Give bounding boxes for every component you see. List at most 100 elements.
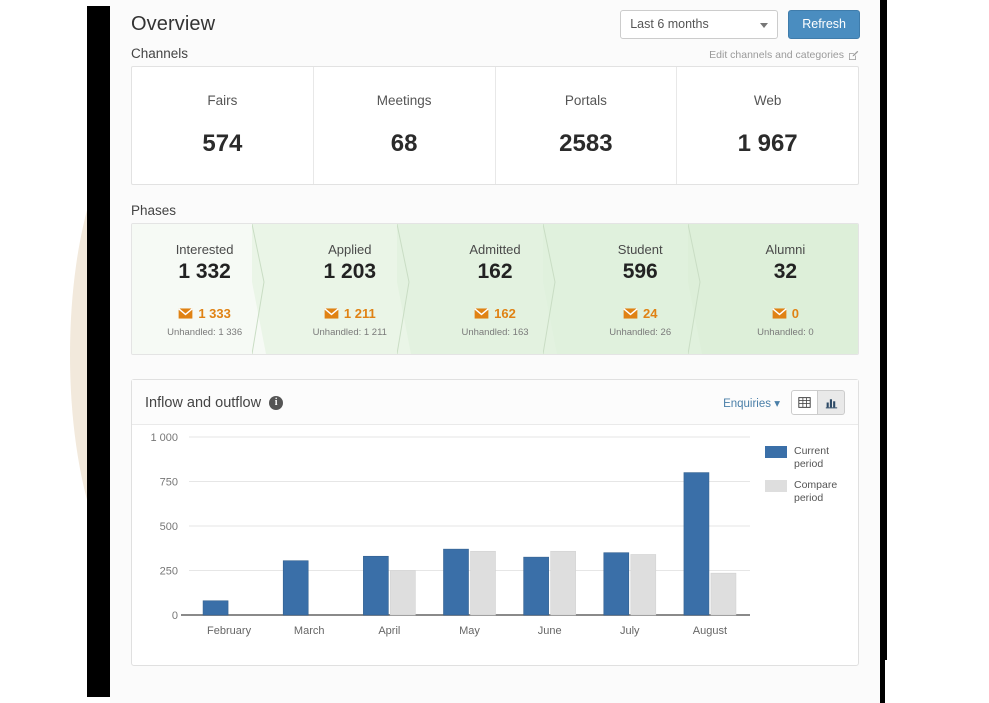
phase-card[interactable]: Interested 1 332 1 333 Unhandled: 1 336 bbox=[132, 224, 279, 354]
edit-channels-link[interactable]: Edit channels and categories bbox=[709, 49, 859, 61]
channel-name: Fairs bbox=[207, 93, 238, 108]
envelope-icon bbox=[771, 308, 787, 319]
legend-item[interactable]: Current period bbox=[765, 445, 848, 471]
envelope-icon bbox=[324, 308, 339, 319]
chart-legend: Current period Compare period bbox=[765, 445, 848, 505]
phase-separator bbox=[542, 224, 569, 354]
phase-separator bbox=[251, 224, 279, 354]
phase-unhandled-text: Unhandled: 26 bbox=[609, 327, 672, 338]
phase-separator bbox=[687, 224, 714, 354]
chart-card-header: Inflow and outflow i Enquiries ▾ bbox=[132, 380, 858, 425]
legend-item[interactable]: Compare period bbox=[765, 479, 848, 505]
phase-unhandled-text: Unhandled: 163 bbox=[461, 327, 529, 338]
phase-name: Interested bbox=[175, 242, 234, 257]
phase-unhandled-text: Unhandled: 1 336 bbox=[167, 327, 243, 338]
inflow-outflow-plot: 0 250 500 750 1 000 February March April May June… bbox=[132, 425, 858, 665]
phase-mail-count: 0 bbox=[791, 306, 800, 321]
period-select-value: Last 6 months bbox=[630, 17, 709, 31]
phase-card[interactable]: Admitted 162 162 Unhandled: 163 bbox=[422, 224, 569, 354]
channel-value: 2583 bbox=[559, 130, 613, 157]
phase-value: 1 203 bbox=[323, 260, 377, 283]
chevron-down-icon bbox=[760, 22, 769, 28]
envelope-icon bbox=[178, 308, 194, 319]
phase-unhandled-mail: 24 bbox=[623, 306, 657, 321]
channel-card[interactable]: Meetings 68 bbox=[314, 67, 496, 184]
chart-bar bbox=[282, 560, 309, 616]
phase-unhandled-mail: 162 bbox=[474, 306, 516, 321]
dashboard-panel: Overview Last 6 months Refresh Channels … bbox=[110, 0, 880, 703]
y-axis-tick-label: 250 bbox=[160, 566, 178, 578]
phases-funnel: Interested 1 332 1 333 Unhandled: 1 336 Appl… bbox=[131, 223, 859, 355]
phase-mail-count: 1 333 bbox=[198, 306, 231, 321]
x-axis-tick-label: March bbox=[294, 625, 325, 637]
phase-unhandled-mail: 1 211 bbox=[324, 306, 376, 321]
phases-section-header: Phases bbox=[110, 185, 880, 223]
phase-value: 1 332 bbox=[178, 260, 231, 283]
phase-mail-count: 24 bbox=[642, 306, 658, 321]
screenshot-stage: Overview Last 6 months Refresh Channels … bbox=[0, 0, 989, 703]
chart-bar bbox=[470, 550, 496, 616]
chart-bar bbox=[523, 556, 549, 616]
inflow-outflow-card: Inflow and outflow i Enquiries ▾ 0 250 5… bbox=[131, 379, 859, 666]
channel-name: Portals bbox=[564, 93, 607, 108]
x-axis-tick-label: June bbox=[538, 625, 562, 637]
phase-unhandled-text: Unhandled: 1 211 bbox=[312, 327, 387, 338]
chart-view-button[interactable] bbox=[818, 390, 845, 415]
x-axis-tick-label: May bbox=[459, 625, 480, 637]
x-axis-tick-label: February bbox=[207, 625, 252, 637]
channel-value: 68 bbox=[390, 130, 418, 157]
legend-label: Compare period bbox=[794, 479, 838, 504]
period-select[interactable]: Last 6 months bbox=[620, 9, 779, 39]
channels-cards: Fairs 574 Meetings 68 Portals 2583 Web 1 967 bbox=[131, 66, 859, 185]
x-axis-tick-label: April bbox=[378, 625, 400, 637]
channel-name: Web bbox=[753, 93, 782, 108]
phase-value: 32 bbox=[773, 260, 798, 283]
enquiries-label: Enquiries bbox=[723, 397, 772, 410]
bar-chart-svg: 0 250 500 750 1 000 February March April May June… bbox=[150, 432, 750, 637]
table-view-icon bbox=[798, 397, 811, 408]
page-title: Overview bbox=[131, 12, 216, 35]
info-circle-icon[interactable]: i bbox=[269, 395, 284, 410]
channels-label: Channels bbox=[131, 46, 189, 61]
chart-bar bbox=[390, 570, 416, 616]
x-axis-tick-label: August bbox=[693, 625, 727, 637]
channels-section-header: Channels Edit channels and categories bbox=[110, 42, 880, 66]
channel-card[interactable]: Web 1 967 bbox=[677, 67, 858, 184]
refresh-button[interactable]: Refresh bbox=[788, 9, 860, 39]
chart-bar bbox=[683, 472, 710, 616]
phase-value: 596 bbox=[622, 260, 658, 283]
chart-bar bbox=[630, 554, 657, 616]
dashboard-header: Overview Last 6 months Refresh bbox=[110, 0, 880, 42]
channel-name: Meetings bbox=[376, 93, 432, 108]
phase-unhandled-mail: 1 333 bbox=[178, 306, 231, 321]
y-axis-tick-label: 0 bbox=[172, 610, 178, 622]
channel-card[interactable]: Portals 2583 bbox=[496, 67, 678, 184]
enquiries-dropdown[interactable]: Enquiries ▾ bbox=[723, 396, 780, 410]
chart-bar bbox=[363, 555, 389, 616]
phases-label: Phases bbox=[131, 203, 177, 218]
channel-card[interactable]: Fairs 574 bbox=[132, 67, 314, 184]
phase-unhandled-text: Unhandled: 0 bbox=[757, 327, 814, 338]
y-axis-tick-label: 1 000 bbox=[150, 432, 178, 444]
chart-header-controls: Enquiries ▾ bbox=[723, 390, 845, 415]
phase-separator bbox=[396, 224, 424, 354]
device-frame-edge-right bbox=[887, 0, 989, 703]
chart-bar bbox=[550, 550, 576, 616]
phase-card[interactable]: Alumni 32 0 Unhandled: 0 bbox=[712, 224, 858, 354]
channel-value: 574 bbox=[202, 130, 243, 157]
edit-pencil-square-icon bbox=[849, 50, 859, 60]
x-axis-tick-label: July bbox=[620, 625, 640, 637]
envelope-icon bbox=[474, 308, 489, 319]
envelope-icon bbox=[623, 308, 638, 319]
legend-label: Current period bbox=[794, 445, 830, 470]
phase-card[interactable]: Student 596 24 Unhandled: 26 bbox=[567, 224, 714, 354]
chart-title-group: Inflow and outflow i bbox=[145, 395, 284, 411]
y-axis-tick-label: 500 bbox=[160, 521, 178, 533]
chart-bar bbox=[710, 572, 737, 616]
phase-card[interactable]: Applied 1 203 1 211 Unhandled: 1 211 bbox=[277, 224, 424, 354]
phase-unhandled-mail: 0 bbox=[771, 306, 800, 321]
device-frame-notch-bottom-right bbox=[885, 660, 989, 703]
table-view-button[interactable] bbox=[791, 390, 818, 415]
phase-mail-count: 1 211 bbox=[343, 306, 376, 321]
phase-name: Alumni bbox=[765, 242, 806, 257]
